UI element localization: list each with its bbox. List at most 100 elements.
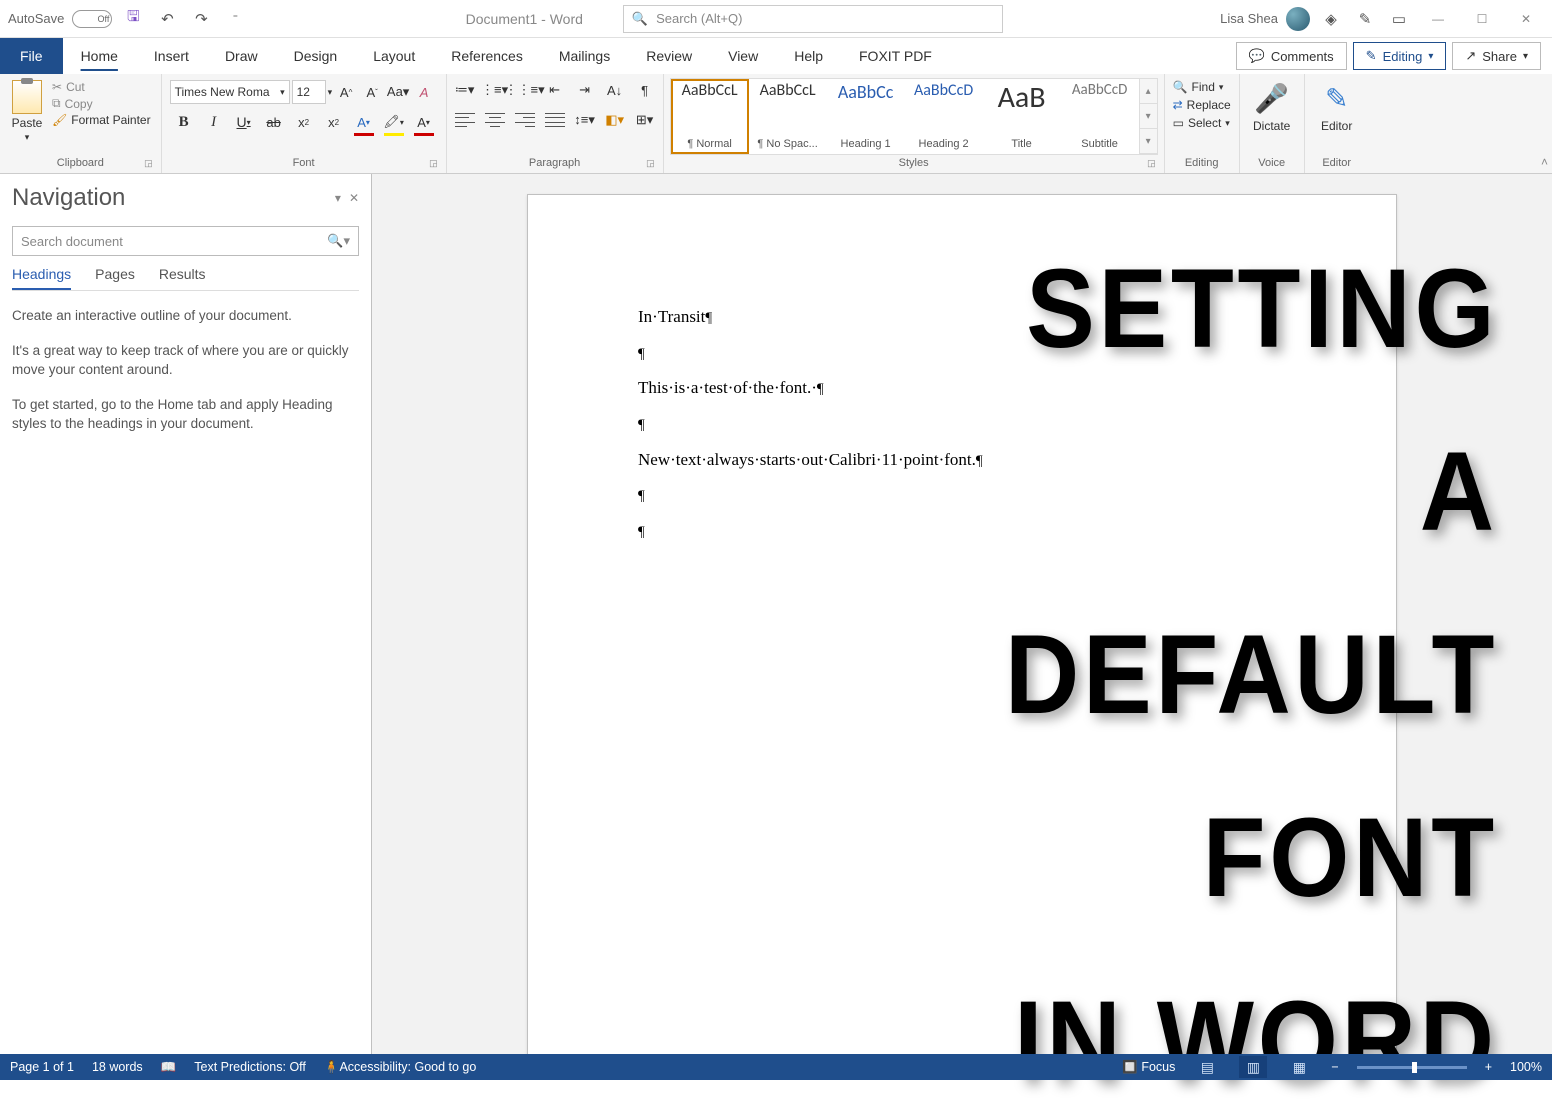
tab-layout[interactable]: Layout	[355, 38, 433, 74]
nav-close-icon[interactable]: ✕	[349, 191, 359, 205]
text-effects-button[interactable]: A▾	[352, 110, 376, 134]
document-line[interactable]	[638, 513, 1286, 549]
grow-font-button[interactable]: A^	[334, 80, 358, 104]
tab-help[interactable]: Help	[776, 38, 841, 74]
find-button[interactable]: 🔍Find ▾	[1173, 80, 1231, 94]
shrink-font-button[interactable]: Aˇ	[360, 80, 384, 104]
change-case-button[interactable]: Aa▾	[386, 80, 410, 104]
nav-tab-pages[interactable]: Pages	[95, 266, 135, 290]
tab-view[interactable]: View	[710, 38, 776, 74]
underline-button[interactable]: U▾	[232, 110, 256, 134]
style-subtitle[interactable]: AaBbCcDSubtitle	[1061, 79, 1139, 154]
increase-indent-button[interactable]: ⇥	[573, 78, 597, 102]
share-button[interactable]: ↗Share▾	[1452, 42, 1541, 70]
page[interactable]: In·TransitThis·is·a·test·of·the·font.·Ne…	[527, 194, 1397, 1054]
user-avatar-icon[interactable]	[1286, 7, 1310, 31]
minimize-icon[interactable]: —	[1420, 4, 1456, 34]
tab-draw[interactable]: Draw	[207, 38, 276, 74]
tab-file[interactable]: File	[0, 38, 63, 74]
tab-review[interactable]: Review	[628, 38, 710, 74]
tab-insert[interactable]: Insert	[136, 38, 207, 74]
save-icon[interactable]: 🖫	[120, 6, 146, 32]
expand-gallery-icon[interactable]: ▾	[1140, 129, 1157, 154]
diamond-icon[interactable]: ◈	[1318, 6, 1344, 32]
cut-button[interactable]: ✂Cut	[52, 80, 151, 94]
zoom-level[interactable]: 100%	[1510, 1060, 1542, 1074]
scroll-down-icon[interactable]: ▾	[1140, 104, 1157, 129]
strikethrough-button[interactable]: ab	[262, 110, 286, 134]
styles-gallery[interactable]: AaBbCcL¶ NormalAaBbCcL¶ No Spac...AaBbCc…	[670, 78, 1140, 155]
page-count[interactable]: Page 1 of 1	[10, 1060, 74, 1074]
tab-design[interactable]: Design	[276, 38, 356, 74]
focus-button[interactable]: 🔲 Focus	[1122, 1060, 1175, 1075]
highlight-button[interactable]: 🖍▾	[382, 110, 406, 134]
close-icon[interactable]: ✕	[1508, 4, 1544, 34]
bold-button[interactable]: B	[172, 110, 196, 134]
superscript-button[interactable]: x2	[322, 110, 346, 134]
numbering-button[interactable]: ⋮≡▾	[483, 78, 507, 102]
select-button[interactable]: ▭Select ▾	[1173, 116, 1231, 130]
tab-home[interactable]: Home	[63, 38, 136, 74]
spellcheck-icon[interactable]: 📖	[161, 1060, 177, 1075]
comments-button[interactable]: 💬Comments	[1236, 42, 1347, 70]
nav-tab-results[interactable]: Results	[159, 266, 206, 290]
zoom-in-icon[interactable]: +	[1485, 1060, 1492, 1074]
document-line[interactable]: In·Transit	[638, 299, 1286, 335]
align-right-button[interactable]	[513, 108, 537, 132]
search-box[interactable]: 🔍 Search (Alt+Q)	[623, 5, 1003, 33]
redo-icon[interactable]: ↷	[188, 6, 214, 32]
zoom-out-icon[interactable]: −	[1331, 1060, 1338, 1074]
word-count[interactable]: 18 words	[92, 1060, 143, 1074]
document-line[interactable]: This·is·a·test·of·the·font.·	[638, 370, 1286, 406]
undo-icon[interactable]: ↶	[154, 6, 180, 32]
dictate-button[interactable]: 🎤 Dictate	[1246, 78, 1298, 155]
style-heading-1[interactable]: AaBbCcHeading 1	[827, 79, 905, 154]
align-left-button[interactable]	[453, 108, 477, 132]
bullets-button[interactable]: ≔▾	[453, 78, 477, 102]
style-title[interactable]: AaBTitle	[983, 79, 1061, 154]
scroll-up-icon[interactable]: ▴	[1140, 79, 1157, 104]
document-line[interactable]	[638, 335, 1286, 371]
subscript-button[interactable]: x2	[292, 110, 316, 134]
tab-mailings[interactable]: Mailings	[541, 38, 628, 74]
zoom-slider[interactable]	[1357, 1066, 1467, 1069]
show-marks-button[interactable]: ¶	[633, 78, 657, 102]
style--normal[interactable]: AaBbCcL¶ Normal	[671, 79, 749, 154]
style-heading-2[interactable]: AaBbCcDHeading 2	[905, 79, 983, 154]
clear-formatting-button[interactable]: A	[412, 80, 436, 104]
dialog-launcher-icon[interactable]: ◲	[429, 158, 438, 169]
print-layout-icon[interactable]: ▥	[1239, 1056, 1267, 1078]
web-layout-icon[interactable]: ▦	[1285, 1056, 1313, 1078]
font-name-select[interactable]: Times New Roma▾	[170, 80, 290, 104]
styles-scroll[interactable]: ▴▾▾	[1140, 78, 1158, 155]
collapse-ribbon-icon[interactable]: ˄	[1541, 155, 1548, 169]
dialog-launcher-icon[interactable]: ◲	[1147, 158, 1156, 169]
decrease-indent-button[interactable]: ⇤	[543, 78, 567, 102]
nav-search-input[interactable]: Search document 🔍▾	[12, 226, 359, 256]
borders-button[interactable]: ⊞▾	[633, 108, 657, 132]
font-size-select[interactable]: 12	[292, 80, 326, 104]
qat-more-icon[interactable]: ⁼	[222, 6, 248, 32]
maximize-icon[interactable]: ☐	[1464, 4, 1500, 34]
tab-references[interactable]: References	[433, 38, 541, 74]
paste-button[interactable]: Paste ▾	[6, 78, 48, 155]
pen-icon[interactable]: ✎	[1352, 6, 1378, 32]
ribbon-display-icon[interactable]: ▭	[1386, 6, 1412, 32]
editor-button[interactable]: ✎ Editor	[1311, 78, 1363, 155]
text-predictions[interactable]: Text Predictions: Off	[194, 1060, 306, 1074]
document-line[interactable]	[638, 477, 1286, 513]
justify-button[interactable]	[543, 108, 567, 132]
sort-button[interactable]: A↓	[603, 78, 627, 102]
italic-button[interactable]: I	[202, 110, 226, 134]
tab-foxit-pdf[interactable]: FOXIT PDF	[841, 38, 950, 74]
line-spacing-button[interactable]: ↕≡▾	[573, 108, 597, 132]
editing-mode-button[interactable]: ✎Editing▾	[1353, 42, 1447, 70]
nav-menu-icon[interactable]: ▾	[335, 191, 341, 205]
dialog-launcher-icon[interactable]: ◲	[646, 158, 655, 169]
font-color-button[interactable]: A▾	[412, 110, 436, 134]
replace-button[interactable]: ⇄Replace	[1173, 98, 1231, 112]
multilevel-button[interactable]: ⋮⋮≡▾	[513, 78, 537, 102]
dialog-launcher-icon[interactable]: ◲	[144, 158, 153, 169]
document-area[interactable]: In·TransitThis·is·a·test·of·the·font.·Ne…	[372, 174, 1552, 1054]
style--no-spac-[interactable]: AaBbCcL¶ No Spac...	[749, 79, 827, 154]
